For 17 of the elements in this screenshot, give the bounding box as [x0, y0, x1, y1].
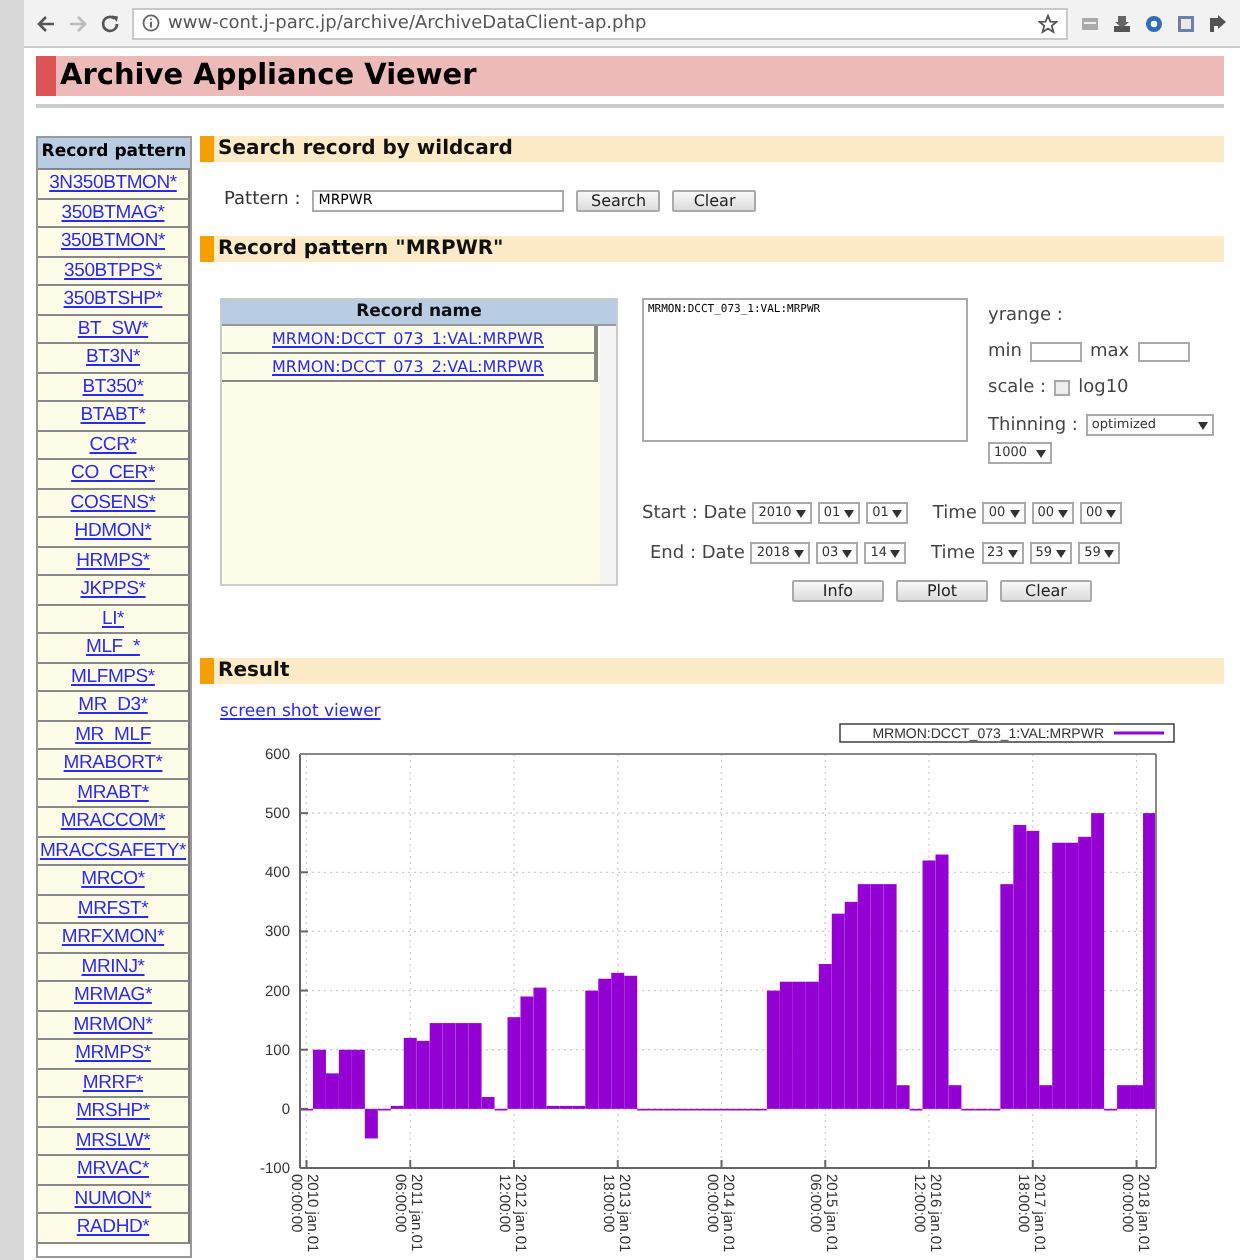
date-label: Start : Date	[642, 503, 747, 523]
section-header: Result	[200, 658, 1224, 684]
section-header: Search record by wildcard	[200, 136, 1224, 162]
column-header: Record name	[222, 300, 616, 326]
yrange-label: yrange :	[988, 306, 1063, 326]
max-label: max	[1089, 342, 1130, 362]
scale-label: scale :	[988, 378, 1047, 398]
time-label: Time	[930, 543, 976, 563]
checkbox-label: log10	[1078, 378, 1129, 398]
page-title: Archive Appliance Viewer	[58, 58, 477, 96]
min-label: min	[988, 342, 1022, 362]
sidebar-header: Record pattern	[38, 138, 190, 170]
section-header: Record pattern "MRPWR"	[200, 236, 1224, 262]
thinning-label: Thinning :	[988, 415, 1078, 435]
date-label: End : Date	[650, 543, 745, 563]
time-label: Time	[932, 503, 977, 523]
pattern-label: Pattern :	[224, 190, 301, 210]
